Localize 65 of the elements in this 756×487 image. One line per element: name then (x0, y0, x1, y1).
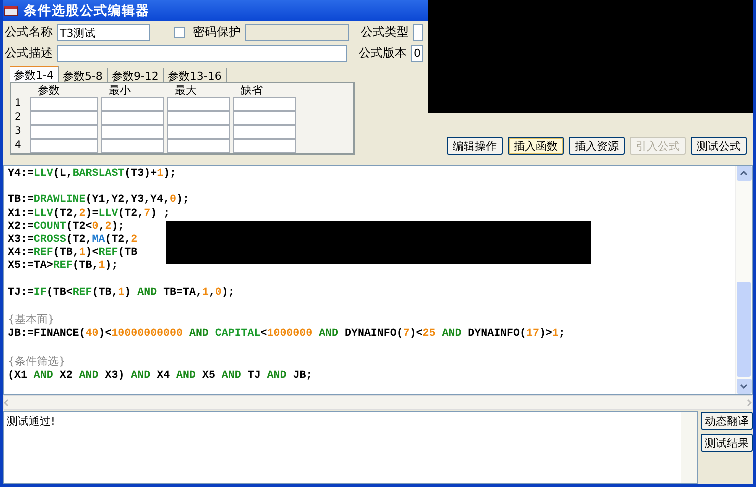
column-header: 参数 (37, 84, 61, 97)
window-icon (4, 6, 18, 16)
toolbar-button[interactable]: 测试公式 (691, 137, 747, 155)
tab[interactable]: 参数1-4 (10, 66, 59, 82)
output-button[interactable]: 测试结果 (701, 434, 753, 452)
scroll-right-icon[interactable] (747, 398, 752, 406)
input-field[interactable] (233, 111, 296, 125)
row-number: 3 (15, 125, 22, 139)
code-line: Y4:=LLV(L,BARSLAST(T3)+1); (8, 168, 178, 182)
vertical-scrollbar[interactable] (735, 166, 752, 394)
row-number: 1 (15, 97, 22, 111)
code-line: JB:=FINANCE(40)<10000000000 AND CAPITAL<1000000 AND DYNAINFO(7)<25 AND DYNAINFO(17)>1; (8, 328, 566, 342)
column-header: 缺省 (240, 84, 264, 97)
checkbox-label: 密码保护 (193, 24, 241, 41)
field-label: 公式描述 (5, 45, 53, 62)
code-editor[interactable] (3, 165, 753, 395)
input-field[interactable] (167, 125, 230, 139)
code-comment: {基本面} (8, 312, 56, 328)
window-title: 条件选股公式编辑器 (24, 2, 150, 20)
toolbar-button[interactable]: 编辑操作 (447, 137, 503, 155)
input-field[interactable] (57, 45, 347, 62)
column-header: 最小 (108, 84, 132, 97)
code-line: TJ:=IF(TB<REF(TB,1) AND TB=TA,1,0); (8, 286, 236, 300)
input-field[interactable]: T3测试 (57, 24, 150, 41)
column-header: 最大 (174, 84, 198, 97)
code-line: X1:=LLV(T2,2)=LLV(T2,7) ; (8, 208, 172, 221)
input-field[interactable] (30, 111, 98, 125)
field-label: 公式类型 (361, 24, 409, 41)
input-field[interactable] (167, 111, 230, 125)
input-field[interactable] (233, 139, 296, 153)
output-button[interactable]: 动态翻译 (701, 412, 753, 430)
horizontal-scrollbar[interactable] (3, 395, 753, 410)
input-field[interactable]: 0 (411, 45, 423, 62)
scroll-down-icon[interactable] (740, 384, 748, 389)
scroll-up-icon[interactable] (740, 171, 748, 176)
code-comment: {条件筛选} (8, 354, 67, 370)
input-field[interactable] (233, 125, 296, 139)
code-line: X3:=CROSS(T2,MA(T2,2 (8, 234, 139, 247)
input-field[interactable] (233, 97, 296, 111)
input-field[interactable] (30, 139, 98, 153)
toolbar-button[interactable]: 插入函数 (508, 137, 564, 155)
code-line: (X1 AND X2 AND X3) AND X4 AND X5 AND TJ AND JB; (8, 370, 314, 384)
vertical-scrollbar[interactable] (681, 412, 697, 483)
input-field[interactable] (167, 97, 230, 111)
input-field[interactable] (101, 97, 164, 111)
input-field[interactable] (167, 139, 230, 153)
field-label: 公式版本 (359, 45, 407, 62)
input-field[interactable] (413, 24, 423, 41)
input-field[interactable] (30, 125, 98, 139)
scroll-thumb[interactable] (737, 282, 751, 377)
code-line: X5:=TA>REF(TB,1); (8, 260, 120, 274)
row-number: 4 (15, 139, 22, 153)
field-label: 公式名称 (5, 24, 53, 41)
toolbar-button[interactable]: 插入资源 (569, 137, 625, 155)
scroll-left-icon[interactable] (4, 398, 9, 406)
input-field[interactable] (101, 139, 164, 153)
code-line: TB:=DRAWLINE(Y1,Y2,Y3,Y4,0); (8, 193, 190, 208)
output-message: 测试通过! (6, 414, 56, 430)
input-field[interactable] (101, 125, 164, 139)
input-field[interactable] (101, 111, 164, 125)
code-line: X4:=REF(TB,1)<REF(TB (8, 247, 139, 260)
input-field[interactable] (30, 97, 98, 111)
code-line: X2:=COUNT(T2<0,2); (8, 220, 126, 234)
row-number: 2 (15, 111, 22, 125)
checkbox[interactable] (174, 27, 185, 38)
